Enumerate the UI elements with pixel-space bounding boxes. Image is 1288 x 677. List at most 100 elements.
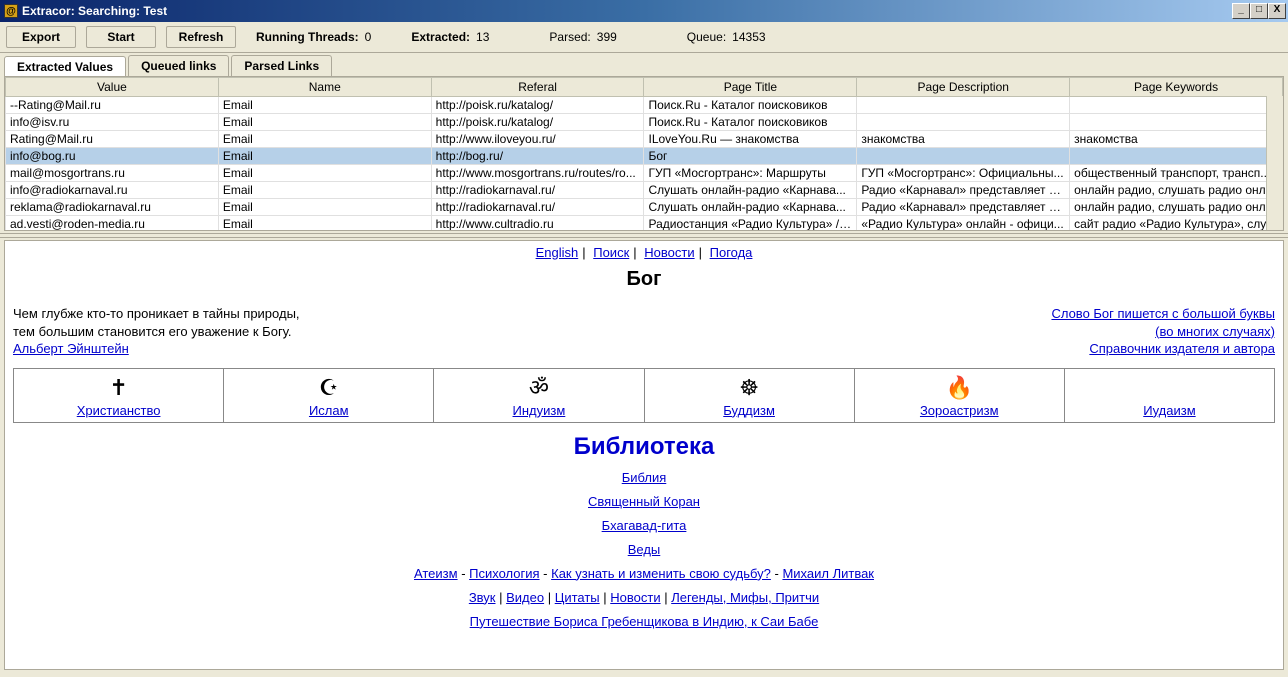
religion-link[interactable]: Ислам: [309, 403, 349, 418]
refresh-button[interactable]: Refresh: [166, 26, 236, 48]
religion-link[interactable]: Иудаизм: [1143, 403, 1195, 418]
tab-extracted-values[interactable]: Extracted Values: [4, 56, 126, 77]
results-grid[interactable]: ValueNameReferalPage TitlePage Descripti…: [4, 76, 1284, 231]
table-cell: Email: [218, 165, 431, 182]
link-grebenshchikov[interactable]: Путешествие Бориса Гребенщикова в Индию,…: [470, 614, 819, 629]
table-row[interactable]: --Rating@Mail.ruEmailhttp://poisk.ru/kat…: [6, 97, 1283, 114]
grid-scrollbar[interactable]: [1266, 96, 1283, 230]
table-cell: Email: [218, 114, 431, 131]
right-note: Слово Бог пишется с большой буквы (во мн…: [1051, 305, 1275, 358]
link-sudba[interactable]: Как узнать и изменить свою судьбу?: [551, 566, 771, 581]
link-poisk[interactable]: Поиск: [593, 245, 629, 260]
table-cell: [1070, 97, 1283, 114]
column-header[interactable]: Page Title: [644, 78, 857, 97]
column-header[interactable]: Value: [6, 78, 219, 97]
link-legendy[interactable]: Легенды, Мифы, Притчи: [671, 590, 819, 605]
maximize-button[interactable]: □: [1250, 3, 1268, 19]
table-cell: Слушать онлайн-радио «Карнава...: [644, 182, 857, 199]
column-header[interactable]: Name: [218, 78, 431, 97]
table-row[interactable]: info@isv.ruEmailhttp://poisk.ru/katalog/…: [6, 114, 1283, 131]
link-english[interactable]: English: [536, 245, 579, 260]
religion-link[interactable]: Буддизм: [723, 403, 775, 418]
quote-author-link[interactable]: Альберт Эйнштейн: [13, 341, 129, 356]
link-zvuk[interactable]: Звук: [469, 590, 496, 605]
titlebar: @ Extracor: Searching: Test _ □ X: [0, 0, 1288, 22]
religion-link[interactable]: Индуизм: [513, 403, 566, 418]
link-video[interactable]: Видео: [506, 590, 544, 605]
table-row[interactable]: info@bog.ruEmailhttp://bog.ru/Бог: [6, 148, 1283, 165]
table-cell: Слушать онлайн-радио «Карнава...: [644, 199, 857, 216]
top-nav: English| Поиск| Новости| Погода: [11, 245, 1277, 260]
table-cell: общественный транспорт, трансп...: [1070, 165, 1283, 182]
right-note-l3[interactable]: Справочник издателя и автора: [1089, 341, 1275, 356]
right-note-l1[interactable]: Слово Бог пишется с большой буквы: [1051, 306, 1275, 321]
library-link[interactable]: Веды: [628, 542, 661, 557]
table-cell: Email: [218, 199, 431, 216]
religion-link[interactable]: Зороастризм: [920, 403, 999, 418]
minimize-button[interactable]: _: [1232, 3, 1250, 19]
tab-parsed-links[interactable]: Parsed Links: [231, 55, 332, 76]
splitter[interactable]: [0, 233, 1288, 238]
parsed-status: Parsed: 399: [549, 30, 616, 44]
link-psych[interactable]: Психология: [469, 566, 539, 581]
religion-icon: ॐ: [438, 375, 639, 401]
preview-pane[interactable]: English| Поиск| Новости| Погода Бог Чем …: [4, 240, 1284, 670]
table-cell: Радиостанция «Радио Культура» / ...: [644, 216, 857, 232]
link-litvak[interactable]: Михаил Литвак: [782, 566, 874, 581]
table-row[interactable]: info@radiokarnaval.ruEmailhttp://radioka…: [6, 182, 1283, 199]
column-header[interactable]: Page Keywords: [1070, 78, 1283, 97]
quote-line1: Чем глубже кто-то проникает в тайны прир…: [13, 305, 300, 323]
link-ateizm[interactable]: Атеизм: [414, 566, 458, 581]
running-threads-status: Running Threads: 0: [256, 30, 371, 44]
religion-icon: [1069, 375, 1270, 401]
religion-icon: ☸: [649, 375, 850, 401]
table-row[interactable]: ad.vesti@roden-media.ruEmailhttp://www.c…: [6, 216, 1283, 232]
table-row[interactable]: mail@mosgortrans.ruEmailhttp://www.mosgo…: [6, 165, 1283, 182]
table-cell: Поиск.Ru - Каталог поисковиков: [644, 97, 857, 114]
table-cell: http://poisk.ru/katalog/: [431, 97, 644, 114]
column-header[interactable]: Referal: [431, 78, 644, 97]
link-novosti2[interactable]: Новости: [610, 590, 660, 605]
religion-icon: ☪: [228, 375, 429, 401]
column-header[interactable]: Page Description: [857, 78, 1070, 97]
library-link[interactable]: Священный Коран: [588, 494, 700, 509]
close-button[interactable]: X: [1268, 3, 1286, 19]
library-title-link[interactable]: Библиотека: [574, 433, 715, 460]
table-cell: Email: [218, 131, 431, 148]
table-row[interactable]: Rating@Mail.ruEmailhttp://www.iloveyou.r…: [6, 131, 1283, 148]
religion-cell[interactable]: ॐ Индуизм: [434, 369, 644, 422]
library-link[interactable]: Библия: [622, 470, 667, 485]
religion-cell[interactable]: ✝Христианство: [14, 369, 224, 422]
religion-link[interactable]: Христианство: [77, 403, 161, 418]
religion-cell[interactable]: ☪ Ислам: [224, 369, 434, 422]
export-button[interactable]: Export: [6, 26, 76, 48]
queue-status: Queue: 14353: [687, 30, 766, 44]
table-cell: reklama@radiokarnaval.ru: [6, 199, 219, 216]
page-title: Бог: [11, 268, 1277, 291]
table-cell: Бог: [644, 148, 857, 165]
library-title: Библиотека: [11, 433, 1277, 461]
religion-cell[interactable]: Иудаизм: [1065, 369, 1274, 422]
start-button[interactable]: Start: [86, 26, 156, 48]
table-cell: ILoveYou.Ru — знакомства: [644, 131, 857, 148]
table-cell: ГУП «Мосгортранс»: Официальны...: [857, 165, 1070, 182]
library-link[interactable]: Бхагавад-гита: [602, 518, 687, 533]
tab-queued-links[interactable]: Queued links: [128, 55, 229, 76]
table-cell: http://radiokarnaval.ru/: [431, 182, 644, 199]
table-cell: [1070, 148, 1283, 165]
table-cell: знакомства: [1070, 131, 1283, 148]
table-cell: http://bog.ru/: [431, 148, 644, 165]
table-cell: info@radiokarnaval.ru: [6, 182, 219, 199]
table-cell: Радио «Карнавал» представляет в...: [857, 182, 1070, 199]
table-row[interactable]: reklama@radiokarnaval.ruEmailhttp://radi…: [6, 199, 1283, 216]
quote-line2: тем большим становится его уважение к Бо…: [13, 323, 300, 341]
table-cell: [857, 148, 1070, 165]
table-cell: Rating@Mail.ru: [6, 131, 219, 148]
religion-cell[interactable]: 🔥Зороастризм: [855, 369, 1065, 422]
link-pogoda[interactable]: Погода: [710, 245, 753, 260]
link-citaty[interactable]: Цитаты: [555, 590, 600, 605]
right-note-l2[interactable]: (во многих случаях): [1155, 324, 1275, 339]
toolbar: Export Start Refresh Running Threads: 0 …: [0, 22, 1288, 53]
religion-cell[interactable]: ☸ Буддизм: [645, 369, 855, 422]
link-novosti[interactable]: Новости: [644, 245, 694, 260]
